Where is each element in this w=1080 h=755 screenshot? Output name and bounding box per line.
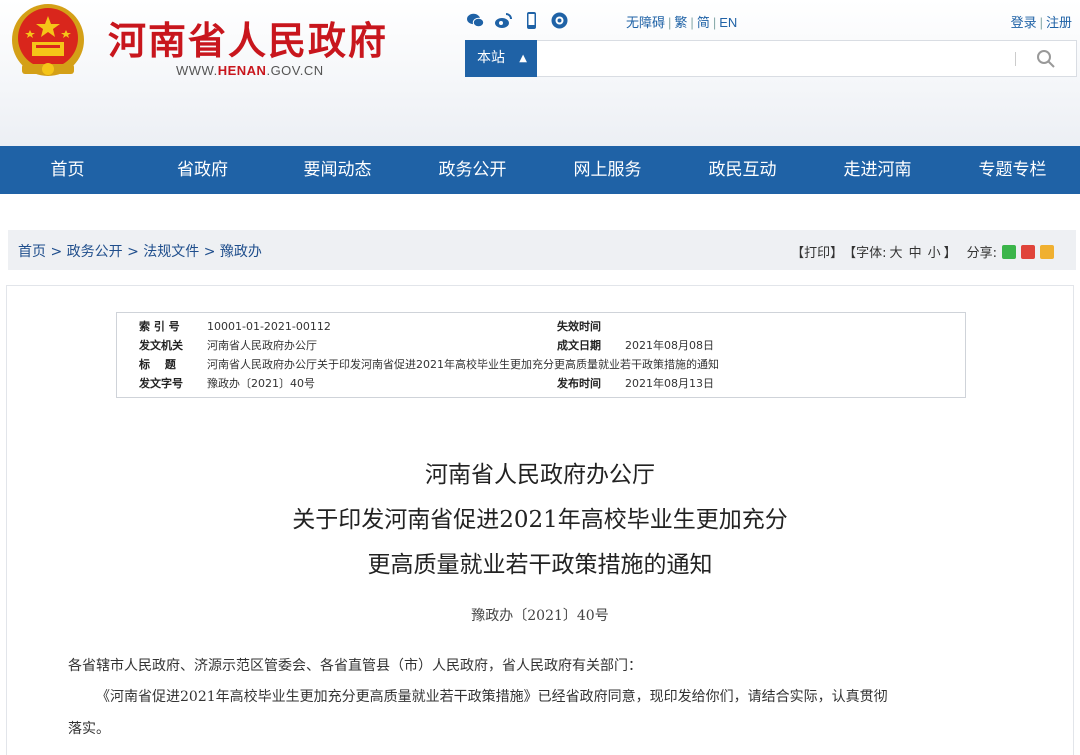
site-url: WWW.HENAN.GOV.CN	[176, 63, 324, 78]
site-header: 河南省人民政府 WWW.HENAN.GOV.CN 无障碍 | 繁 | 简 | EN 登录 | 注…	[0, 0, 1080, 146]
wechat-icon[interactable]	[466, 11, 485, 30]
title-value: 河南省人民政府办公厅关于印发河南省促进2021年高校毕业生更加充分更高质量就业若…	[207, 358, 719, 371]
nav-item-special-topics[interactable]: 专题专栏	[945, 146, 1080, 194]
search-icon[interactable]	[1036, 49, 1056, 69]
body-paragraph-line-2: 落实。	[68, 721, 110, 737]
wechat-share-icon[interactable]	[1002, 244, 1016, 259]
nav-item-online-services[interactable]: 网上服务	[540, 146, 675, 194]
body-paragraph-line-1: 《河南省促进2021年高校毕业生更加充分更高质量就业若干政策措施》已经省政府同意…	[96, 689, 888, 705]
mobile-icon[interactable]	[522, 11, 541, 30]
created-label: 成文日期	[557, 339, 601, 352]
nav-item-about-henan[interactable]: 走进河南	[810, 146, 945, 194]
issuer-label: 发文机关	[139, 339, 183, 352]
document-title-line-1: 河南省人民政府办公厅	[425, 462, 655, 488]
caret-updown-icon: ▲	[519, 53, 527, 64]
accessibility-links: 无障碍 | 繁 | 简 | EN	[626, 15, 738, 30]
meta-row: 标 题 河南省人民政府办公厅关于印发河南省促进2021年高校毕业生更加充分更高质…	[117, 355, 965, 374]
account-links: 登录 | 注册	[1010, 15, 1072, 30]
title-label: 标 题	[139, 358, 176, 371]
page-tools: 【打印】 【字体: 大 中 小 】 分享:	[791, 242, 1054, 261]
url-suffix: .GOV.CN	[266, 63, 324, 78]
english-link[interactable]: EN	[719, 15, 737, 30]
expire-label: 失效时间	[557, 320, 601, 333]
meta-row: 发文机关 河南省人民政府办公厅 成文日期 2021年08月08日	[117, 336, 965, 355]
search-divider	[1015, 52, 1016, 66]
search-scope-select[interactable]: 本站 ▲	[465, 40, 537, 77]
nav-item-interaction[interactable]: 政民互动	[675, 146, 810, 194]
docno-label: 发文字号	[139, 377, 183, 390]
font-size-medium[interactable]: 中	[909, 242, 922, 261]
issuer-value: 河南省人民政府办公厅	[207, 339, 317, 352]
docno-value: 豫政办〔2021〕40号	[207, 377, 315, 390]
register-link[interactable]: 注册	[1046, 15, 1072, 30]
document-title-line-3: 更高质量就业若干政策措施的通知	[367, 552, 713, 578]
weibo-share-icon[interactable]	[1021, 244, 1035, 259]
font-size-large[interactable]: 大	[890, 242, 903, 261]
document-number: 豫政办〔2021〕40号	[471, 608, 609, 624]
index-value: 10001-01-2021-00112	[207, 320, 331, 333]
created-value: 2021年08月08日	[625, 339, 714, 352]
nav-item-home[interactable]: 首页	[0, 146, 135, 194]
search-bar: 本站 ▲	[465, 40, 1077, 77]
font-label: 【字体:	[843, 246, 887, 261]
simplified-chinese-link[interactable]: 简	[697, 15, 710, 30]
national-emblem-icon	[12, 4, 84, 76]
share-label: 分享:	[966, 246, 997, 261]
nav-item-news[interactable]: 要闻动态	[270, 146, 405, 194]
print-button[interactable]: 【打印】	[791, 242, 843, 261]
index-label: 索 引 号	[139, 320, 180, 333]
app-icon[interactable]	[550, 11, 569, 30]
meta-row: 索 引 号 10001-01-2021-00112 失效时间	[117, 317, 965, 336]
social-icons	[466, 11, 569, 30]
url-prefix: WWW.	[176, 63, 218, 78]
qq-share-icon[interactable]	[1040, 244, 1054, 259]
login-link[interactable]: 登录	[1011, 15, 1037, 30]
main-nav: 首页 省政府 要闻动态 政务公开 网上服务 政民互动 走进河南 专题专栏	[0, 146, 1080, 194]
search-scope-label: 本站	[477, 50, 505, 66]
accessibility-link[interactable]: 无障碍	[626, 15, 665, 30]
published-label: 发布时间	[557, 377, 601, 390]
document-title-line-2: 关于印发河南省促进2021年高校毕业生更加充分	[292, 507, 788, 533]
font-size-small[interactable]: 小	[928, 242, 941, 261]
weibo-icon[interactable]	[494, 11, 513, 30]
nav-item-province-gov[interactable]: 省政府	[135, 146, 270, 194]
breadcrumb[interactable]: 首页 > 政务公开 > 法规文件 > 豫政办	[18, 241, 262, 261]
breadcrumb-bar: 首页 > 政务公开 > 法规文件 > 豫政办 【打印】 【字体: 大 中 小 】…	[8, 230, 1076, 270]
addressee-paragraph: 各省辖市人民政府、济源示范区管委会、各省直管县（市）人民政府，省人民政府有关部门…	[68, 658, 642, 674]
font-close: 】	[943, 246, 957, 261]
search-input[interactable]	[546, 45, 1000, 74]
traditional-chinese-link[interactable]: 繁	[674, 15, 687, 30]
url-domain: HENAN	[217, 63, 267, 78]
document-metadata-table: 索 引 号 10001-01-2021-00112 失效时间 发文机关 河南省人…	[116, 312, 966, 398]
published-value: 2021年08月13日	[625, 377, 714, 390]
nav-item-gov-affairs[interactable]: 政务公开	[405, 146, 540, 194]
meta-row: 发文字号 豫政办〔2021〕40号 发布时间 2021年08月13日	[117, 374, 965, 393]
site-title[interactable]: 河南省人民政府	[108, 10, 388, 65]
